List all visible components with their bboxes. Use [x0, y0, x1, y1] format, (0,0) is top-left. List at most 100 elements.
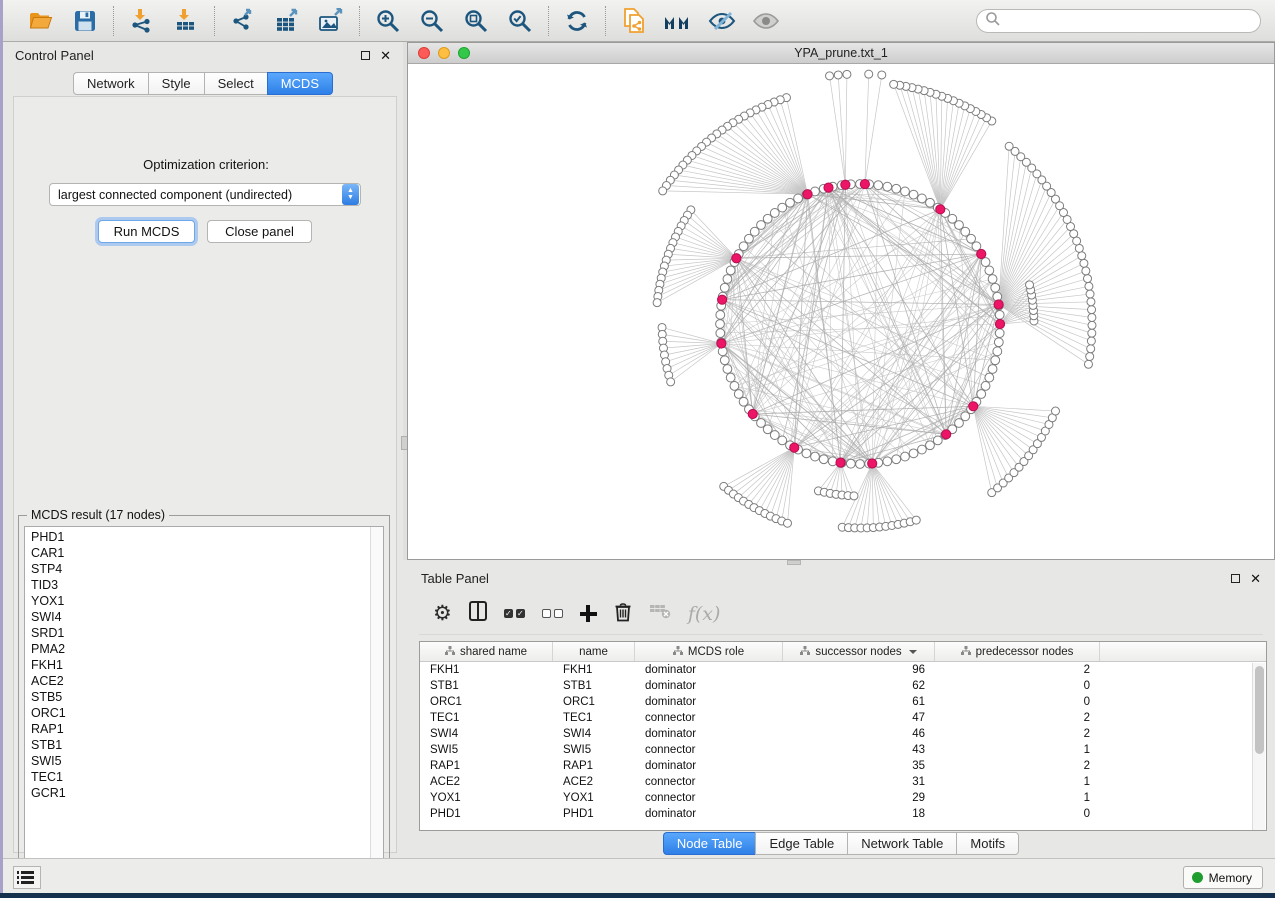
tab-style[interactable]: Style	[148, 72, 204, 95]
zoom-in-button[interactable]	[373, 6, 403, 36]
split-panel-button[interactable]	[469, 601, 487, 627]
show-all-button[interactable]	[751, 6, 781, 36]
float-panel-icon[interactable]	[361, 51, 370, 60]
cell-name: SWI4	[553, 728, 635, 740]
table-row[interactable]: ORC1ORC1dominator610	[420, 694, 1266, 710]
trash-icon	[614, 601, 632, 627]
cell-name: RAP1	[553, 760, 635, 772]
cell-successor-nodes: 96	[783, 664, 935, 676]
column-header-name[interactable]: name	[553, 642, 635, 661]
tab-network[interactable]: Network	[73, 72, 148, 95]
table-row[interactable]: ACE2ACE2connector311	[420, 774, 1266, 790]
main-toolbar	[3, 0, 1275, 42]
close-panel-button[interactable]: Close panel	[207, 220, 312, 243]
first-neighbors-button[interactable]	[663, 6, 693, 36]
column-header-MCDS-role[interactable]: MCDS role	[635, 642, 783, 661]
network-canvas[interactable]	[408, 64, 1274, 559]
tab-network-table[interactable]: Network Table	[847, 832, 956, 855]
import-network-button[interactable]	[127, 6, 157, 36]
tab-mcds[interactable]: MCDS	[267, 72, 333, 95]
refresh-layout-button[interactable]	[562, 6, 592, 36]
network-window-titlebar[interactable]: YPA_prune.txt_1	[408, 43, 1274, 64]
zoom-fit-icon	[463, 8, 489, 34]
mcds-result-item[interactable]: PHD1	[25, 529, 361, 545]
mcds-result-item[interactable]: SWI5	[25, 753, 361, 769]
mcds-result-item[interactable]: FKH1	[25, 657, 361, 673]
zoom-out-button[interactable]	[417, 6, 447, 36]
select-all-button[interactable]	[504, 601, 525, 627]
table-row[interactable]: SWI5SWI5connector431	[420, 742, 1266, 758]
mcds-result-item[interactable]: STB5	[25, 689, 361, 705]
criterion-select[interactable]: largest connected component (undirected)…	[49, 183, 361, 206]
close-panel-icon[interactable]: ✕	[1250, 574, 1261, 583]
export-table-icon	[274, 8, 300, 34]
mcds-result-item[interactable]: ACE2	[25, 673, 361, 689]
close-window-icon[interactable]	[418, 47, 430, 59]
zoom-selected-button[interactable]	[505, 6, 535, 36]
tab-edge-table[interactable]: Edge Table	[755, 832, 847, 855]
run-mcds-button[interactable]: Run MCDS	[98, 220, 195, 243]
memory-button[interactable]: Memory	[1183, 866, 1263, 889]
delete-table-button[interactable]	[649, 601, 671, 627]
add-column-button[interactable]	[580, 601, 597, 627]
mcds-result-item[interactable]: RAP1	[25, 721, 361, 737]
mcds-result-item[interactable]: CAR1	[25, 545, 361, 561]
scrollbar-thumb[interactable]	[1255, 666, 1264, 754]
table-row[interactable]: RAP1RAP1dominator352	[420, 758, 1266, 774]
refresh-icon	[564, 8, 590, 34]
table-row[interactable]: TEC1TEC1connector472	[420, 710, 1266, 726]
maximize-window-icon[interactable]	[458, 47, 470, 59]
mcds-result-item[interactable]: STB1	[25, 737, 361, 753]
mcds-result-item[interactable]: TEC1	[25, 769, 361, 785]
function-builder-button[interactable]: f(x)	[688, 601, 721, 627]
export-table-button[interactable]	[272, 6, 302, 36]
mcds-result-item[interactable]: YOX1	[25, 593, 361, 609]
mcds-scrollbar[interactable]	[370, 527, 383, 881]
table-row[interactable]: FKH1FKH1dominator962	[420, 662, 1266, 678]
column-header-predecessor-nodes[interactable]: predecessor nodes	[935, 642, 1100, 661]
tab-motifs[interactable]: Motifs	[956, 832, 1019, 855]
float-panel-icon[interactable]	[1231, 574, 1240, 583]
search-input[interactable]	[1001, 14, 1260, 28]
export-image-button[interactable]	[316, 6, 346, 36]
task-history-button[interactable]	[13, 866, 41, 889]
close-panel-icon[interactable]: ✕	[380, 51, 391, 60]
cell-successor-nodes: 62	[783, 680, 935, 692]
node-table[interactable]: shared namenameMCDS rolesuccessor nodesp…	[419, 641, 1267, 831]
duplicate-network-button[interactable]	[619, 6, 649, 36]
import-table-button[interactable]	[171, 6, 201, 36]
select-stepper-icon: ▲▼	[342, 184, 359, 205]
table-row[interactable]: YOX1YOX1connector291	[420, 790, 1266, 806]
export-network-button[interactable]	[228, 6, 258, 36]
tab-node-table[interactable]: Node Table	[663, 832, 756, 855]
table-panel-tabs: Node TableEdge TableNetwork TableMotifs	[407, 832, 1275, 855]
table-row[interactable]: PHD1PHD1dominator180	[420, 806, 1266, 822]
cell-shared-name: SWI5	[420, 744, 553, 756]
table-row[interactable]: STB1STB1dominator620	[420, 678, 1266, 694]
save-button[interactable]	[70, 6, 100, 36]
table-scrollbar[interactable]	[1252, 663, 1265, 831]
tab-select[interactable]: Select	[204, 72, 267, 95]
table-row[interactable]: SWI4SWI4dominator462	[420, 726, 1266, 742]
zoom-fit-button[interactable]	[461, 6, 491, 36]
column-header-shared-name[interactable]: shared name	[420, 642, 553, 661]
mcds-result-listbox[interactable]: PHD1CAR1STP4TID3YOX1SWI4SRD1PMA2FKH1ACE2…	[24, 526, 384, 882]
hide-selected-button[interactable]	[707, 6, 737, 36]
cell-successor-nodes: 46	[783, 728, 935, 740]
mcds-result-item[interactable]: GCR1	[25, 785, 361, 801]
mcds-result-item[interactable]: PMA2	[25, 641, 361, 657]
column-type-icon	[961, 646, 971, 658]
table-settings-button[interactable]: ⚙	[433, 601, 452, 627]
cell-shared-name: SWI4	[420, 728, 553, 740]
open-file-button[interactable]	[26, 6, 56, 36]
mcds-result-item[interactable]: TID3	[25, 577, 361, 593]
search-input-wrap	[976, 9, 1261, 33]
deselect-all-button[interactable]	[542, 601, 563, 627]
mcds-result-item[interactable]: SWI4	[25, 609, 361, 625]
mcds-result-item[interactable]: ORC1	[25, 705, 361, 721]
delete-column-button[interactable]	[614, 601, 632, 627]
mcds-result-item[interactable]: SRD1	[25, 625, 361, 641]
mcds-result-item[interactable]: STP4	[25, 561, 361, 577]
column-header-successor-nodes[interactable]: successor nodes	[783, 642, 935, 661]
minimize-window-icon[interactable]	[438, 47, 450, 59]
